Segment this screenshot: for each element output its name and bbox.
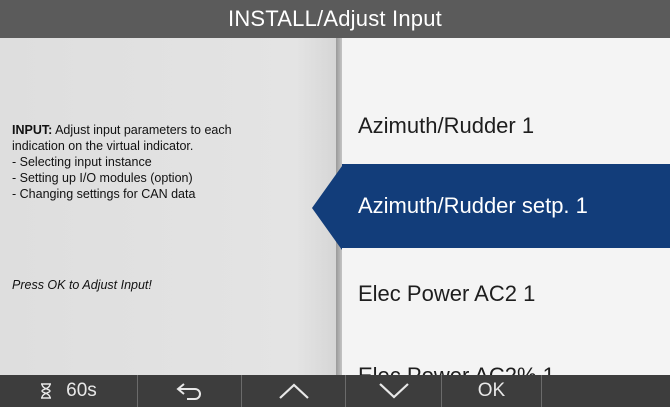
help-bullet-3: - Changing settings for CAN data	[12, 187, 196, 201]
up-button[interactable]	[242, 375, 346, 407]
back-arrow-icon	[175, 382, 205, 400]
input-list[interactable]: Azimuth/Rudder 1 Azimuth/Rudder setp. 1 …	[342, 38, 670, 375]
title-text: INSTALL/Adjust Input	[228, 6, 442, 31]
list-item-label: Elec Power AC2 1	[358, 281, 536, 306]
timer-softkey[interactable]: 60s	[0, 375, 138, 407]
selection-pointer	[312, 166, 342, 250]
chevron-down-icon	[378, 382, 410, 400]
ok-label: OK	[477, 380, 506, 401]
list-item-label: Azimuth/Rudder 1	[358, 113, 535, 138]
help-keyword: INPUT:	[12, 123, 53, 137]
ok-button[interactable]: OK	[442, 375, 542, 407]
chevron-up-icon	[278, 382, 310, 400]
help-bullet-1: - Selecting input instance	[12, 155, 152, 169]
list-item-elec-power-ac2-pct-1[interactable]: Elec Power AC2% 1	[342, 334, 670, 375]
help-bullet-2: - Setting up I/O modules (option)	[12, 171, 193, 185]
list-item-azimuth-rudder-1[interactable]: Azimuth/Rudder 1	[342, 84, 670, 168]
list-item-label: Elec Power AC2% 1	[358, 363, 555, 375]
list-item-elec-power-ac2-1[interactable]: Elec Power AC2 1	[342, 252, 670, 336]
list-item-azimuth-rudder-setp-1[interactable]: Azimuth/Rudder setp. 1	[342, 164, 670, 248]
help-text: INPUT: Adjust input parameters to each i…	[12, 122, 322, 202]
hourglass-icon	[40, 383, 52, 399]
softkey-bar: 60s OK	[0, 375, 670, 407]
help-panel: INPUT: Adjust input parameters to each i…	[0, 38, 336, 375]
empty-softkey[interactable]	[542, 375, 670, 407]
ok-hint: Press OK to Adjust Input!	[12, 278, 152, 292]
help-line-1: Adjust input parameters to each	[52, 123, 232, 137]
back-button[interactable]	[138, 375, 242, 407]
help-line-2: indication on the virtual indicator.	[12, 139, 194, 153]
timer-label: 60s	[66, 380, 97, 401]
down-button[interactable]	[346, 375, 442, 407]
list-item-label: Azimuth/Rudder setp. 1	[358, 193, 588, 218]
screen-title: INSTALL/Adjust Input	[0, 0, 670, 38]
